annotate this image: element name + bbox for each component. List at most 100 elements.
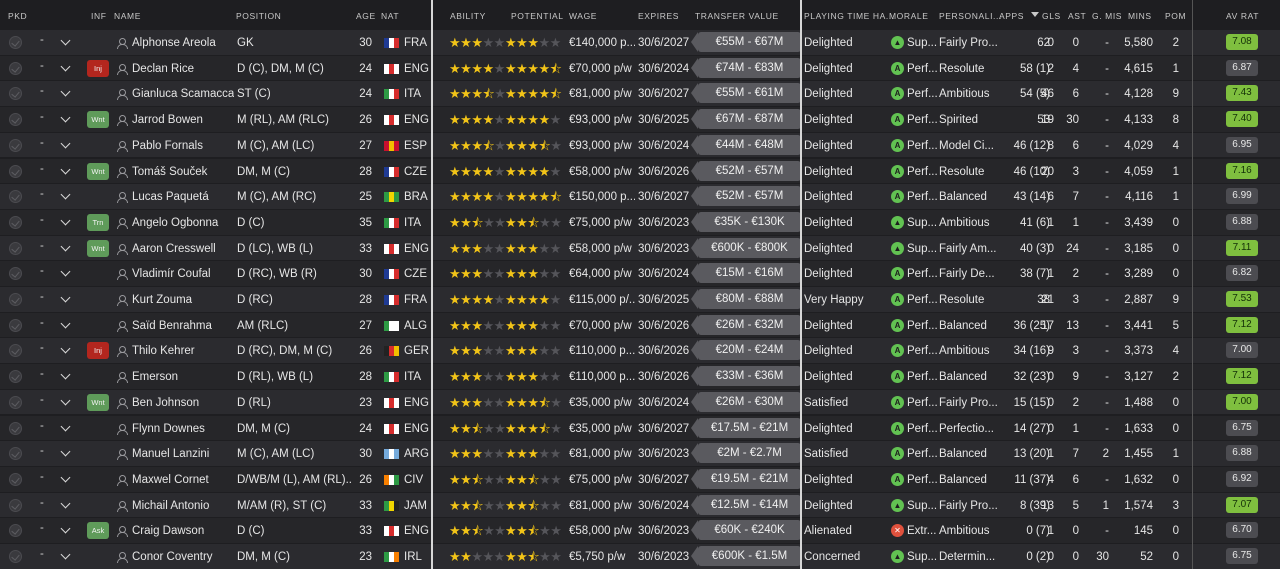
pick-checkbox[interactable] bbox=[9, 395, 22, 409]
player-wage: €35,000 p/w bbox=[569, 422, 632, 435]
table-row[interactable]: - Inj Thilo Kehrer D (RC), DM, M (C) 26 GER ★★… bbox=[0, 338, 1280, 364]
table-row[interactable]: - Wnt Tomáš Souček DM, M (C) 28 CZE ★★★★★ ★★★★★… bbox=[0, 158, 1280, 185]
player-name: Tomáš Souček bbox=[132, 165, 208, 178]
table-row[interactable]: - Manuel Lanzini M (C), AM (LC) 30 ARG ★★★★★ ★… bbox=[0, 441, 1280, 467]
player-position: M (RL), AM (RLC) bbox=[237, 114, 329, 127]
header-position[interactable]: POSITION bbox=[236, 11, 281, 21]
status-badge: Wnt bbox=[87, 111, 109, 129]
goals: 9 bbox=[1047, 345, 1054, 358]
morale-A-icon: A bbox=[891, 421, 904, 435]
games-missed: - bbox=[1105, 165, 1109, 178]
header-wage[interactable]: WAGE bbox=[569, 11, 597, 21]
contract-expires: 30/6/2024 bbox=[638, 139, 690, 152]
sort-descending-icon[interactable] bbox=[1031, 12, 1039, 17]
player-position: M (C), AM (LC) bbox=[237, 448, 315, 461]
header-transfer-value[interactable]: TRANSFER VALUE bbox=[695, 11, 779, 21]
star-icon: ★ bbox=[449, 394, 461, 410]
header-apps[interactable]: APPS bbox=[999, 11, 1024, 21]
player-name: Pablo Fornals bbox=[132, 139, 203, 152]
table-row[interactable]: - Inj Declan Rice D (C), DM, M (C) 24 ENG ★★★★… bbox=[0, 55, 1280, 82]
person-icon bbox=[117, 192, 128, 204]
table-row[interactable]: - Alphonse Areola GK 30 FRA ★★★★★ ★★★★★ €140,00… bbox=[0, 30, 1280, 56]
star-icon: ★ bbox=[516, 163, 528, 179]
pick-checkbox[interactable] bbox=[9, 293, 22, 306]
ability-stars: ★★★★★ bbox=[449, 395, 505, 411]
minutes: 3,127 bbox=[1124, 371, 1153, 384]
player-of-match: 0 bbox=[1172, 422, 1179, 435]
header-pkd[interactable]: PKD bbox=[8, 11, 27, 21]
pick-checkbox[interactable] bbox=[9, 550, 22, 563]
player-wage: €75,000 p/w bbox=[569, 216, 632, 229]
header-name[interactable]: NAME bbox=[114, 11, 141, 21]
personality: Resolute bbox=[939, 62, 985, 75]
table-row[interactable]: - Maxwel Cornet D/WB/M (L), AM (RL)... 26 CI… bbox=[0, 466, 1280, 493]
minutes: 4,133 bbox=[1124, 114, 1153, 127]
table-row[interactable]: - Trn Angelo Ogbonna D (C) 35 ITA ★★⯪★★ ★★⯪★★ €7… bbox=[0, 209, 1280, 236]
pick-checkbox[interactable] bbox=[9, 61, 22, 75]
star-icon: ★ bbox=[449, 549, 461, 564]
player-nationality: CZE bbox=[404, 268, 427, 281]
transfer-value: €44M - €48M bbox=[691, 134, 801, 155]
potential-stars: ★★★⯪★ bbox=[505, 395, 562, 411]
header-expires[interactable]: EXPIRES bbox=[638, 11, 679, 21]
player-dash: - bbox=[40, 136, 44, 149]
pick-checkbox[interactable] bbox=[9, 36, 22, 49]
table-row[interactable]: - Saïd Benrahma AM (RLC) 27 ALG ★★★★★ ★★★★★ €70… bbox=[0, 312, 1280, 339]
table-row[interactable]: - Conor Coventry DM, M (C) 23 IRL ★★★★★ ★★⯪★★ €… bbox=[0, 544, 1280, 569]
games-missed: - bbox=[1105, 37, 1109, 49]
table-row[interactable]: - Emerson D (RL), WB (L) 28 ITA ★★★★★ ★★★★★ €11… bbox=[0, 364, 1280, 390]
star-icon: ★ bbox=[460, 420, 472, 436]
table-row[interactable]: - Wnt Aaron Cresswell D (LC), WB (L) 33 ENG ★★… bbox=[0, 235, 1280, 262]
star-icon: ★ bbox=[482, 317, 494, 333]
pick-checkbox[interactable] bbox=[9, 318, 22, 332]
table-row[interactable]: - Lucas Paquetá M (C), AM (RC) 25 BRA ★★★★★ ★★… bbox=[0, 184, 1280, 210]
header-age[interactable]: AGE bbox=[356, 11, 376, 21]
player-name: Alphonse Areola bbox=[132, 37, 216, 49]
header-inf[interactable]: INF bbox=[91, 11, 107, 21]
table-row[interactable]: - Pablo Fornals M (C), AM (LC) 27 ESP ★★★⯪★ ★★… bbox=[0, 132, 1280, 159]
star-icon: ⯪ bbox=[471, 471, 484, 487]
header-potential[interactable]: POTENTIAL bbox=[511, 11, 564, 21]
header-avrat[interactable]: AV RAT bbox=[1226, 11, 1259, 21]
player-dash: - bbox=[40, 470, 44, 483]
table-row[interactable]: - Gianluca Scamacca ST (C) 24 ITA ★★★⯪★ ★★★★⯪ €… bbox=[0, 81, 1280, 107]
table-row[interactable]: - Flynn Downes DM, M (C) 24 ENG ★★⯪★★ ★★★⯪★ €35… bbox=[0, 415, 1280, 442]
table-row[interactable]: - Wnt Jarrod Bowen M (RL), AM (RLC) 26 ENG ★★★… bbox=[0, 107, 1280, 133]
table-row[interactable]: - Ask Craig Dawson D (C) 33 ENG ★★⯪★★ ★★⯪★★ €58,… bbox=[0, 518, 1280, 544]
pick-checkbox[interactable] bbox=[9, 498, 22, 512]
header-gmis[interactable]: G. MIS bbox=[1092, 11, 1122, 21]
pick-checkbox[interactable] bbox=[9, 215, 22, 229]
header-ability[interactable]: ABILITY bbox=[450, 11, 486, 21]
player-of-match: 1 bbox=[1172, 62, 1179, 75]
table-row[interactable]: - Vladimír Coufal D (RC), WB (R) 30 CZE ★★★★★… bbox=[0, 261, 1280, 287]
star-icon: ★ bbox=[449, 189, 461, 205]
pick-checkbox[interactable] bbox=[9, 164, 22, 178]
pick-checkbox[interactable] bbox=[9, 421, 22, 435]
minutes: 1,488 bbox=[1124, 396, 1153, 409]
header-ast[interactable]: AST bbox=[1068, 11, 1086, 21]
player-age: 28 bbox=[359, 371, 372, 384]
status-badge: Wnt bbox=[87, 239, 109, 257]
average-rating: 6.88 bbox=[1226, 445, 1258, 462]
header-nat[interactable]: NAT bbox=[381, 11, 399, 21]
morale-text: Perf... bbox=[907, 139, 938, 152]
table-row[interactable]: - Kurt Zouma D (RC) 28 FRA ★★★★★ ★★★★★ €115,000… bbox=[0, 287, 1280, 313]
header-pom[interactable]: POM bbox=[1165, 11, 1186, 21]
table-row[interactable]: - Wnt Ben Johnson D (RL) 23 ENG ★★★★★ ★★★⯪★ €35,… bbox=[0, 389, 1280, 416]
assists: 3 bbox=[1072, 345, 1079, 358]
pick-checkbox[interactable] bbox=[9, 241, 22, 255]
goals: 46 bbox=[1041, 88, 1054, 101]
header-morale[interactable]: MORALE bbox=[889, 11, 929, 21]
table-row[interactable]: - Michail Antonio M/AM (R), ST (C) 33 JAM ★★⯪… bbox=[0, 492, 1280, 519]
header-mins[interactable]: MINS bbox=[1128, 11, 1152, 21]
contract-expires: 30/6/2024 bbox=[638, 62, 690, 75]
pick-checkbox[interactable] bbox=[9, 472, 22, 486]
header-personality[interactable]: PERSONALI... bbox=[939, 11, 1002, 21]
star-icon: ★ bbox=[493, 369, 506, 385]
header-gls[interactable]: GLS bbox=[1042, 11, 1061, 21]
pick-checkbox[interactable] bbox=[9, 113, 22, 127]
header-playing-time[interactable]: PLAYING TIME HA... bbox=[804, 11, 895, 21]
pick-checkbox[interactable] bbox=[9, 138, 22, 152]
pick-checkbox[interactable] bbox=[9, 370, 22, 384]
personality: Balanced bbox=[939, 371, 987, 384]
